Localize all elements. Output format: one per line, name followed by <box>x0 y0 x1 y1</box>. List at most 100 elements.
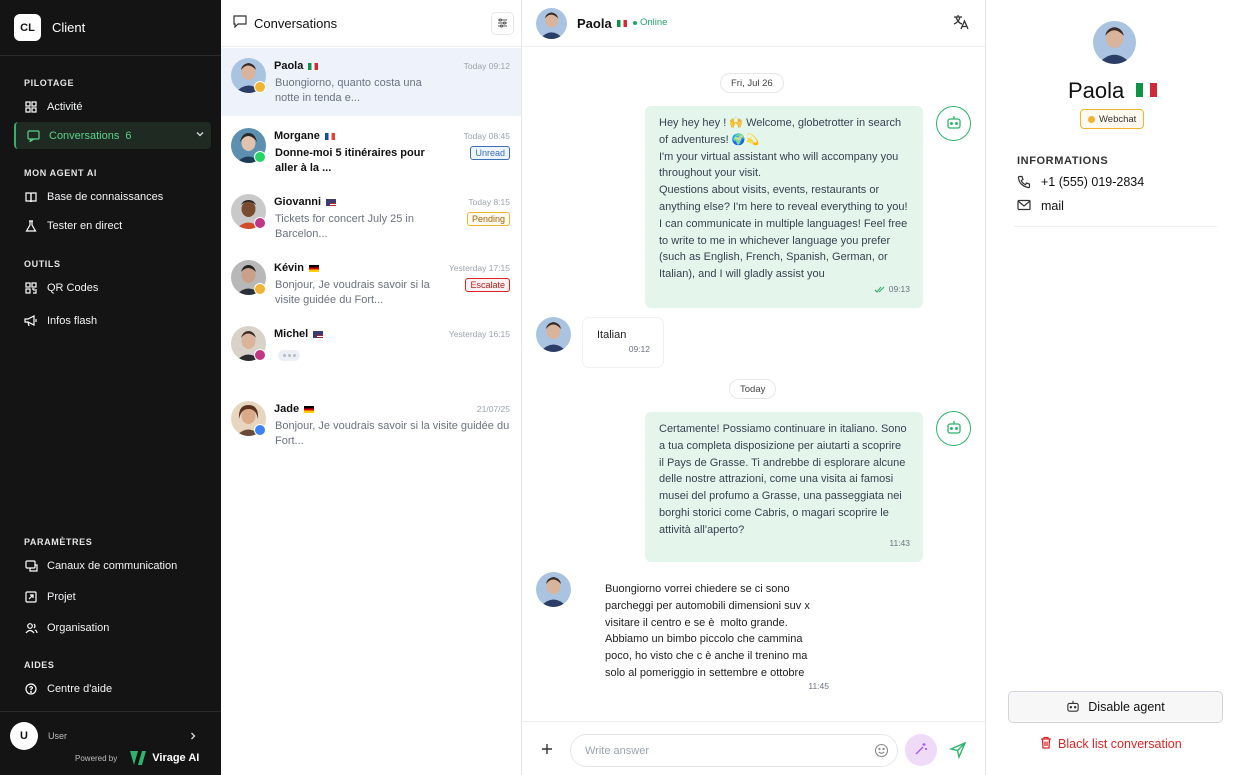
message-line: solo al pomeriggio in settembre e ottobr… <box>605 666 805 679</box>
conversation-item-michel[interactable]: Michel Yesterday 16:15 <box>221 316 521 384</box>
virage-logo-icon <box>129 750 147 766</box>
flag-it-icon <box>1136 83 1157 97</box>
emoji-button[interactable] <box>874 743 889 758</box>
status-badge: Escalate <box>465 278 510 292</box>
message-bubble-user: Italian 09:12 <box>583 318 663 367</box>
blacklist-conversation-button[interactable]: Black list conversation <box>1040 736 1182 752</box>
book-icon <box>24 190 38 204</box>
contact-name: Paola <box>1068 78 1125 103</box>
contact-name: Morgane <box>274 130 335 142</box>
translate-button[interactable] <box>948 11 973 36</box>
section-title-agent: MON AGENT AI <box>24 168 98 178</box>
brand[interactable]: CL Client <box>14 14 85 41</box>
brand-name: Client <box>52 20 86 35</box>
message-time: 11:45 <box>808 681 829 692</box>
typing-indicator <box>278 350 300 361</box>
conversation-list-title: Conversations <box>254 15 338 31</box>
flag-us-icon <box>313 330 324 338</box>
sidebar-item-label: Canaux de communication <box>47 559 178 572</box>
grid-icon <box>24 100 38 114</box>
message-line: a tua completa disposizione per aiutarti… <box>659 439 902 452</box>
send-button[interactable] <box>948 741 967 760</box>
sidebar-item-label: Base de connaissances <box>47 190 164 203</box>
project-icon <box>24 590 38 604</box>
status-badge: Unread <box>470 146 510 160</box>
message-text: Certamente! Possiamo continuare in itali… <box>659 421 909 539</box>
sidebar-item-help-center[interactable]: Centre d'aide <box>14 675 211 702</box>
conversation-item-jade[interactable]: Jade 21/07/25 Bonjour, Je voudrais savoi… <box>221 391 521 459</box>
message-line: delle nostre attrazioni, come una visita… <box>659 473 894 486</box>
help-icon <box>24 682 38 696</box>
sidebar-item-qr-codes[interactable]: QR Codes <box>14 274 211 301</box>
message-bubble-agent: Certamente! Possiamo continuare in itali… <box>645 412 923 562</box>
date-separator: Today <box>729 379 777 399</box>
section-title-settings: PARAMÈTRES <box>24 537 93 547</box>
message-text: Hey hey hey ! 🙌 Welcome, globetrotter in… <box>659 115 909 283</box>
answer-input[interactable] <box>570 734 898 767</box>
magic-wand-button[interactable] <box>905 734 937 766</box>
message-line: musei del profumo a Grasse, una passeggi… <box>659 490 902 503</box>
conversation-time: Today 09:12 <box>463 61 510 71</box>
message-line: visitare il centro e se è molto grande. <box>605 616 788 629</box>
avatar <box>1093 21 1136 64</box>
chevron-down-icon[interactable] <box>195 129 205 142</box>
flask-icon <box>24 219 38 233</box>
bot-avatar <box>936 411 971 446</box>
mail-row[interactable]: mail <box>1017 199 1064 213</box>
disable-agent-button[interactable]: Disable agent <box>1008 691 1223 723</box>
conversation-item-paola[interactable]: Paola Today 09:12 Buongiorno, quanto cos… <box>221 48 521 116</box>
conversation-time: Today 8:15 <box>468 197 510 207</box>
sidebar-item-label: Centre d'aide <box>47 682 113 695</box>
sidebar-item-project[interactable]: Projet <box>14 583 211 610</box>
sidebar-item-label: Organisation <box>47 621 110 634</box>
app-root: CL Client PILOTAGE Activité Conversation… <box>0 0 1240 775</box>
message-line: parcheggi per automobili dimensioni suv … <box>605 599 810 612</box>
robot-icon <box>1066 700 1080 715</box>
message-line: anything else? I'm here to reveal everyt… <box>659 200 908 213</box>
conversation-item-kevin[interactable]: Kévin Yesterday 17:15 Bonjour, Je voudra… <box>221 250 521 318</box>
robot-icon <box>946 420 962 437</box>
user-label: User <box>48 731 68 741</box>
add-attachment-button[interactable] <box>539 741 555 757</box>
sidebar-item-channels[interactable]: Canaux de communication <box>14 552 211 579</box>
message-line: il Pays de Grasse. Ti andrebbe di esplor… <box>659 456 906 469</box>
flag-de-icon <box>308 264 319 272</box>
sidebar-item-test-live[interactable]: Tester en direct <box>14 212 211 239</box>
message-line: I can communicate in multiple languages!… <box>659 217 908 230</box>
sidebar-item-conversations[interactable]: Conversations 6 <box>14 122 211 149</box>
message-line: Hey hey hey ! 🙌 Welcome, globetrotter in… <box>659 117 902 129</box>
sidebar-item-label: Activité <box>47 100 83 113</box>
status-badge: Pending <box>466 212 510 226</box>
sidebar-item-knowledge-base[interactable]: Base de connaissances <box>14 183 211 210</box>
user-menu[interactable]: U User <box>10 722 210 750</box>
message-line: throughout your visit. <box>659 167 762 180</box>
trash-icon <box>1040 736 1052 752</box>
conversation-list: Conversations Paola Today 09:12 Buongior… <box>221 0 522 775</box>
message-line: I'm your virtual assistant who will acco… <box>659 150 899 163</box>
conversation-time: 21/07/25 <box>476 404 510 414</box>
conversation-list-header: Conversations <box>221 0 521 47</box>
conversation-count: 6 <box>125 129 132 142</box>
message-bubble-agent: Hey hey hey ! 🙌 Welcome, globetrotter in… <box>645 106 923 308</box>
instagram-badge-icon <box>254 349 266 361</box>
conversation-time: Yesterday 17:15 <box>448 263 510 273</box>
sidebar-item-activite[interactable]: Activité <box>14 93 211 120</box>
flag-it-icon <box>617 20 627 27</box>
mail-icon <box>1017 199 1031 213</box>
contact-name: Michel <box>274 328 324 340</box>
conversation-item-giovanni[interactable]: Giovanni Today 8:15 Tickets for concert … <box>221 184 521 252</box>
phone-row[interactable]: +1 (555) 019-2834 <box>1017 175 1144 189</box>
sidebar-item-organisation[interactable]: Organisation <box>14 614 211 641</box>
powered-by: Powered by Virage AI <box>75 750 199 766</box>
message-time: 09:13 <box>874 281 910 298</box>
conversation-time: Yesterday 16:15 <box>448 329 510 339</box>
conversation-time: Today 08:45 <box>463 131 510 141</box>
sidebar-divider <box>0 55 221 56</box>
conversation-item-morgane[interactable]: Morgane Today 08:45 Donne-moi 5 itinérai… <box>221 118 521 186</box>
info-section-title: INFORMATIONS <box>1017 155 1109 167</box>
blacklist-label: Black list conversation <box>1058 737 1182 751</box>
sidebar-item-flash-info[interactable]: Infos flash <box>14 307 211 334</box>
message-line: attività all'aperto? <box>659 523 745 536</box>
filter-button[interactable] <box>491 12 514 35</box>
chat-header: Paola Online <box>522 0 985 47</box>
